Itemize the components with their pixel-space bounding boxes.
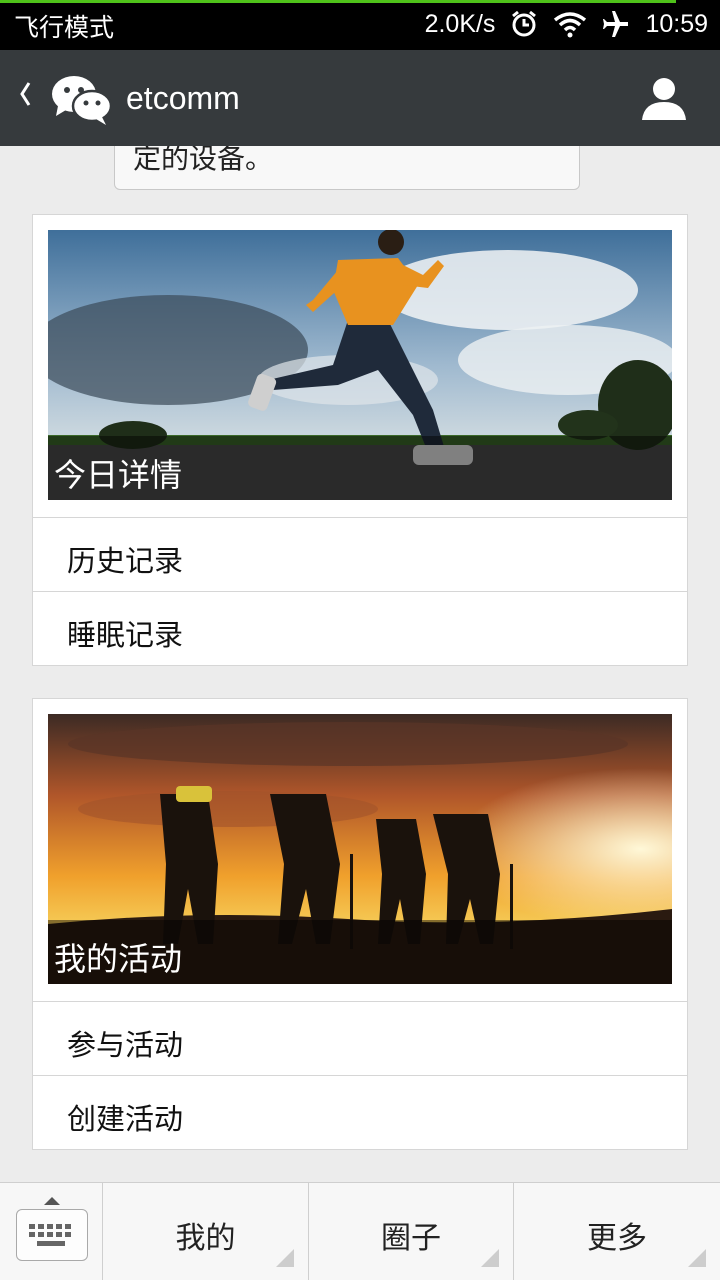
banner-caption-bg: 今日详情 — [48, 436, 672, 500]
today-details-label: 今日详情 — [54, 456, 183, 494]
banner-caption-bg: 我的活动 — [48, 920, 672, 984]
person-icon[interactable] — [642, 76, 686, 124]
history-record-label: 历史记录 — [67, 544, 184, 578]
sleep-record-label: 睡眠记录 — [67, 618, 184, 652]
menu-tab-mine[interactable]: 我的 — [103, 1183, 309, 1280]
keyboard-toggle-button[interactable] — [0, 1183, 103, 1280]
chat-title: etcomm — [126, 80, 240, 116]
submenu-indicator-icon — [481, 1249, 499, 1267]
status-bar: 飞行模式 2.0K/s 10:59 — [0, 0, 720, 50]
chevron-left-icon[interactable] — [18, 80, 32, 116]
caret-up-icon — [44, 1197, 60, 1205]
activity-card: 我的活动 参与活动 创建活动 — [32, 698, 688, 1150]
menu-tab-more[interactable]: 更多 — [514, 1183, 720, 1280]
sleep-record-item[interactable]: 睡眠记录 — [33, 591, 687, 665]
airplane-icon — [601, 9, 631, 39]
keyboard-icon — [16, 1209, 88, 1261]
my-activities-label: 我的活动 — [54, 940, 183, 978]
progress-line — [0, 0, 676, 3]
today-card: 今日详情 历史记录 睡眠记录 — [32, 214, 688, 666]
runner-banner[interactable]: 今日详情 — [48, 230, 672, 500]
join-activity-item[interactable]: 参与活动 — [33, 1001, 687, 1075]
submenu-indicator-icon — [688, 1249, 706, 1267]
chat-header: etcomm — [0, 50, 720, 146]
hikers-banner[interactable]: 我的活动 — [48, 714, 672, 984]
alarm-icon — [509, 9, 539, 39]
network-speed: 2.0K/s — [424, 9, 496, 38]
create-activity-item[interactable]: 创建活动 — [33, 1075, 687, 1149]
create-activity-label: 创建活动 — [67, 1102, 184, 1136]
clock-time: 10:59 — [645, 9, 708, 38]
submenu-indicator-icon — [276, 1249, 294, 1267]
bottom-menu-bar: 我的 圈子 更多 — [0, 1182, 720, 1280]
status-right: 2.0K/s 10:59 — [425, 9, 708, 39]
wifi-icon — [553, 10, 587, 38]
join-activity-label: 参与活动 — [67, 1028, 184, 1062]
wechat-logo-icon — [50, 72, 113, 130]
menu-tab-circle[interactable]: 圈子 — [309, 1183, 514, 1280]
airplane-mode-label: 飞行模式 — [14, 13, 115, 42]
history-record-item[interactable]: 历史记录 — [33, 517, 687, 591]
